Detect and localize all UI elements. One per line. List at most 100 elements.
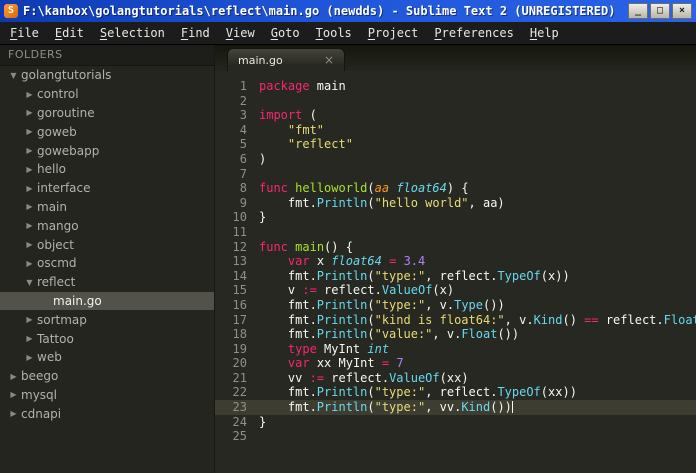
line-number: 9 [239,195,247,210]
tree-folder-cdnapi[interactable]: ▶ cdnapi [0,404,214,423]
window-controls: _ □ × [628,3,692,19]
folders-header: FOLDERS [0,45,214,66]
chevron-right-icon[interactable]: ▶ [22,146,37,155]
code-line-3: 3 import ( [215,108,696,123]
code-line-23: 23 fmt.Println("type:", vv.Kind()) [215,400,696,415]
menu-project[interactable]: Project [360,24,427,42]
maximize-button[interactable]: □ [650,3,670,19]
menu-find[interactable]: Find [173,24,218,42]
tree-item-label: Tattoo [37,331,74,346]
window-title: F:\kanbox\golangtutorials\reflect\main.g… [23,4,616,18]
code-line-content: fmt.Println("type:", reflect.TypeOf(x)) [259,268,570,283]
line-number: 22 [232,385,247,400]
chevron-right-icon[interactable]: ▶ [22,240,37,249]
chevron-right-icon[interactable]: ▶ [22,127,37,136]
chevron-right-icon[interactable]: ▶ [6,409,21,418]
chevron-down-icon[interactable]: ▼ [22,278,37,287]
line-number: 14 [232,268,247,283]
tree-folder-goweb[interactable]: ▶ goweb [0,122,214,141]
tree-item-label: cdnapi [21,406,62,421]
code-line-12: 12 func main() { [215,240,696,255]
chevron-right-icon[interactable]: ▶ [6,372,21,381]
chevron-right-icon[interactable]: ▶ [6,390,21,399]
tree-folder-web[interactable]: ▶ web [0,348,214,367]
menu-view[interactable]: View [218,24,263,42]
tree-folder-sortmap[interactable]: ▶ sortmap [0,310,214,329]
tree-folder-reflect[interactable]: ▼ reflect [0,273,214,292]
chevron-right-icon[interactable]: ▶ [22,184,37,193]
line-number: 12 [232,239,247,254]
tree-folder-hello[interactable]: ▶ hello [0,160,214,179]
tree-folder-goroutine[interactable]: ▶ goroutine [0,104,214,123]
code-line-14: 14 fmt.Println("type:", reflect.TypeOf(x… [215,269,696,284]
code-line-18: 18 fmt.Println("value:", v.Float()) [215,327,696,342]
code-line-content: var x float64 = 3.4 [287,254,426,269]
line-number: 20 [232,356,247,371]
chevron-right-icon[interactable]: ▶ [22,353,37,362]
tree-folder-tattoo[interactable]: ▶ Tattoo [0,329,214,348]
title-bar: S F:\kanbox\golangtutorials\reflect\main… [0,0,696,22]
menu-goto[interactable]: Goto [263,24,308,42]
code-line-content: import ( [259,108,317,123]
tree-folder-mango[interactable]: ▶ mango [0,216,214,235]
tree-folder-golangtutorials[interactable]: ▼ golangtutorials [0,66,214,85]
line-number: 3 [239,108,247,123]
line-number: 23 [232,400,247,415]
menu-preferences[interactable]: Preferences [426,24,521,42]
tree-item-label: goroutine [37,105,95,120]
tree-folder-oscmd[interactable]: ▶ oscmd [0,254,214,273]
tab-close-icon[interactable]: × [324,53,334,67]
line-number: 16 [232,297,247,312]
menu-tools[interactable]: Tools [308,24,360,42]
tree-item-label: interface [37,181,91,196]
tree-item-label: goweb [37,124,77,139]
menu-help[interactable]: Help [522,24,567,42]
sidebar: FOLDERS ▼ golangtutorials ▶ control ▶ gorouti… [0,45,215,473]
chevron-right-icon[interactable]: ▶ [22,202,37,211]
tree-folder-beego[interactable]: ▶ beego [0,367,214,386]
tree-item-label: main [37,199,67,214]
main-area: FOLDERS ▼ golangtutorials ▶ control ▶ gorouti… [0,45,696,473]
tree-folder-object[interactable]: ▶ object [0,235,214,254]
close-button[interactable]: × [672,3,692,19]
line-number: 11 [232,224,247,239]
tree-item-label: golangtutorials [21,68,112,83]
chevron-right-icon[interactable]: ▶ [22,108,37,117]
chevron-right-icon[interactable]: ▶ [22,334,37,343]
minimize-button[interactable]: _ [628,3,648,19]
line-number: 6 [239,151,247,166]
code-area[interactable]: 1 package main 2 3 import (4 "fmt" 5 "reflect… [215,71,696,473]
tab-bar: main.go × [215,45,696,71]
chevron-right-icon[interactable]: ▶ [22,90,37,99]
tree-folder-main[interactable]: ▶ main [0,198,214,217]
chevron-right-icon[interactable]: ▶ [22,315,37,324]
chevron-down-icon[interactable]: ▼ [6,71,21,80]
chevron-right-icon[interactable]: ▶ [22,165,37,174]
menu-selection[interactable]: Selection [92,24,173,42]
line-number: 10 [232,210,247,225]
code-line-7: 7 [215,167,696,182]
tree-file-main.go[interactable]: main.go [0,291,214,311]
code-line-content: fmt.Println("value:", v.Float()) [259,327,520,342]
code-line-11: 11 [215,225,696,240]
menu-edit[interactable]: Edit [47,24,92,42]
code-line-13: 13 var x float64 = 3.4 [215,254,696,269]
code-line-16: 16 fmt.Println("type:", v.Type()) [215,298,696,313]
tree-item-label: control [37,87,79,102]
chevron-right-icon[interactable]: ▶ [22,259,37,268]
tree-folder-gowebapp[interactable]: ▶ gowebapp [0,141,214,160]
code-line-10: 10} [215,210,696,225]
code-line-content: v := reflect.ValueOf(x) [259,283,455,298]
chevron-right-icon[interactable]: ▶ [22,221,37,230]
tree-folder-control[interactable]: ▶ control [0,85,214,104]
menu-file[interactable]: File [2,24,47,42]
tab-main-go[interactable]: main.go × [227,48,345,71]
tree-item-label: gowebapp [37,143,100,158]
tree-item-label: beego [21,369,59,384]
code-line-content: func main() { [259,239,353,254]
code-line-19: 19 type MyInt int [215,342,696,357]
tree-item-label: web [37,350,62,365]
tree-folder-mysql[interactable]: ▶ mysql [0,386,214,405]
tree-folder-interface[interactable]: ▶ interface [0,179,214,198]
code-line-content: type MyInt int [287,341,390,356]
